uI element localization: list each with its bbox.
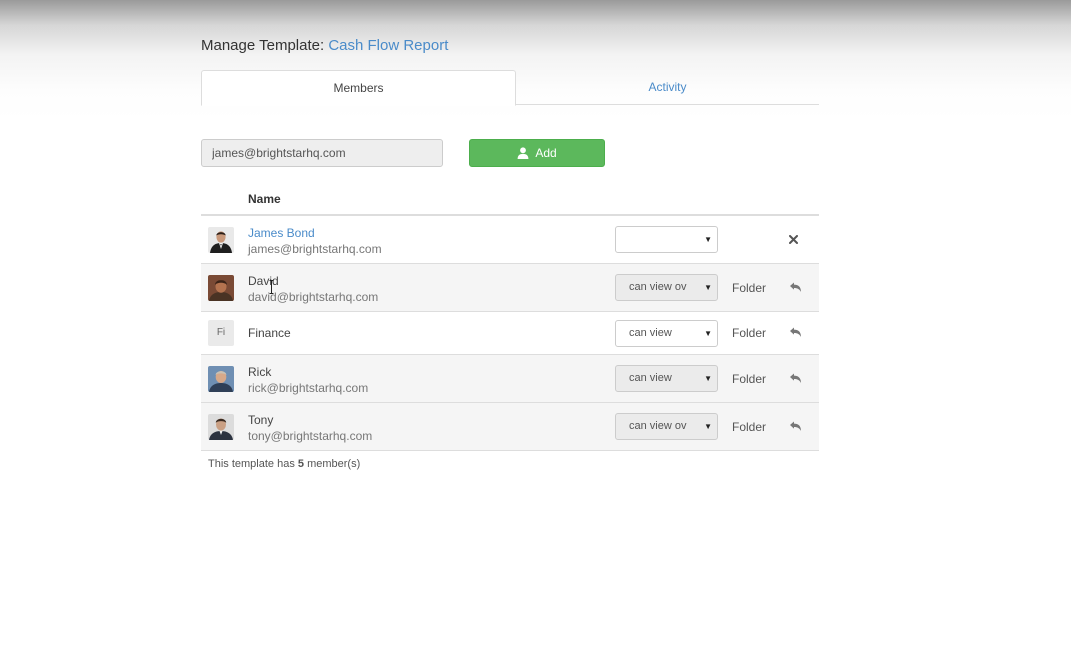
avatar — [208, 366, 234, 392]
member-name: Finance — [248, 326, 291, 340]
table-row: Fi Finance can view ▼ Folder — [201, 312, 819, 355]
member-email: rick@brightstarhq.com — [248, 381, 369, 395]
scope-label: Folder — [732, 420, 767, 434]
member-name[interactable]: James Bond — [248, 226, 315, 240]
permission-select[interactable]: can view ov ▼ — [615, 274, 718, 301]
scope-label: Folder — [732, 372, 767, 386]
caret-down-icon: ▼ — [704, 329, 712, 338]
text-cursor-icon — [269, 280, 274, 294]
caret-down-icon: ▼ — [704, 422, 712, 431]
avatar — [208, 414, 234, 440]
add-button-label: Add — [535, 146, 557, 160]
undo-icon[interactable] — [789, 282, 802, 293]
member-email: james@brightstarhq.com — [248, 242, 382, 256]
caret-down-icon: ▼ — [704, 235, 712, 244]
avatar — [208, 275, 234, 301]
table-row: Tony tony@brightstarhq.com can view ov ▼… — [201, 403, 819, 451]
member-count-suffix: member(s) — [307, 458, 361, 470]
permission-select[interactable]: can view ▼ — [615, 320, 718, 347]
title-prefix: Manage Template: — [201, 37, 325, 54]
template-name-link[interactable]: Cash Flow Report — [328, 37, 448, 54]
user-icon — [517, 147, 529, 159]
group-initials: Fi — [208, 320, 234, 346]
member-count-text: This template has 5 member(s) — [208, 458, 360, 470]
caret-down-icon: ▼ — [704, 283, 712, 292]
avatar — [208, 227, 234, 253]
page-title: Manage Template: Cash Flow Report — [201, 37, 448, 54]
permission-value: can view ov — [629, 420, 687, 432]
permission-select[interactable]: can view ov ▼ — [615, 413, 718, 440]
member-email-input[interactable] — [201, 139, 443, 167]
table-row: Rick rick@brightstarhq.com can view ▼ Fo… — [201, 355, 819, 403]
caret-down-icon: ▼ — [704, 374, 712, 383]
table-row: James Bond james@brightstarhq.com ▼ — [201, 216, 819, 264]
scope-label: Folder — [732, 326, 767, 340]
member-name: Rick — [248, 365, 272, 379]
permission-select[interactable]: ▼ — [615, 226, 718, 253]
permission-value: can view ov — [629, 281, 687, 293]
member-name: David — [248, 274, 279, 288]
undo-icon[interactable] — [789, 373, 802, 384]
table-row: David david@brightstarhq.com can view ov… — [201, 264, 819, 312]
member-email: tony@brightstarhq.com — [248, 429, 373, 443]
tab-activity[interactable]: Activity — [516, 70, 819, 105]
permission-value: can view — [629, 372, 672, 384]
member-name: Tony — [248, 413, 274, 427]
undo-icon[interactable] — [789, 327, 802, 338]
members-table: James Bond james@brightstarhq.com ▼ Davi… — [201, 214, 819, 451]
name-column-header: Name — [248, 192, 281, 206]
add-member-button[interactable]: Add — [469, 139, 605, 167]
permission-select[interactable]: can view ▼ — [615, 365, 718, 392]
remove-icon[interactable] — [789, 235, 798, 244]
permission-value: can view — [629, 327, 672, 339]
scope-label: Folder — [732, 281, 767, 295]
member-count-value: 5 — [297, 458, 305, 470]
tab-bar: Members Activity — [201, 70, 819, 106]
member-count-prefix: This template has — [208, 458, 295, 470]
member-email: david@brightstarhq.com — [248, 290, 379, 304]
undo-icon[interactable] — [789, 421, 802, 432]
tab-members[interactable]: Members — [201, 70, 516, 106]
